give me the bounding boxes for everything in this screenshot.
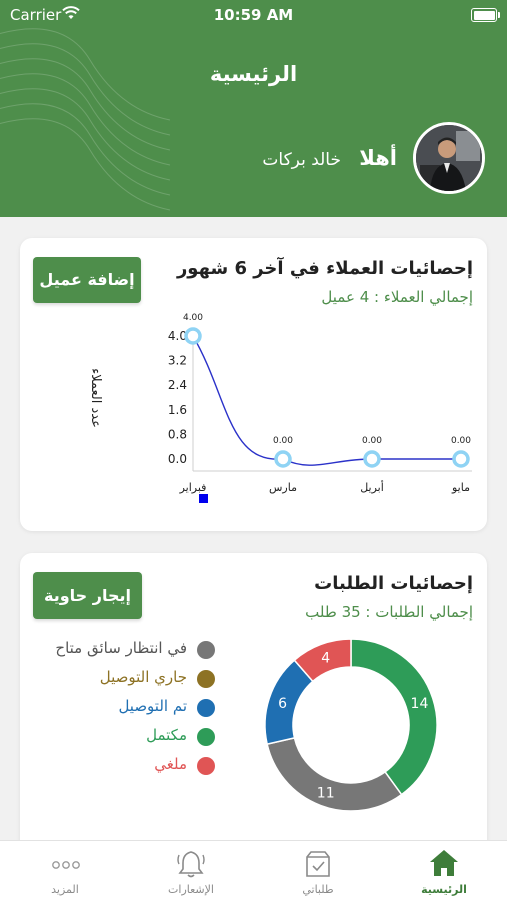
y-tick-label: 2.4 [168,378,187,392]
profile-photo [416,125,482,191]
tab-bar: الرئيسية طلباتي الإشعارات المزيد [0,840,507,901]
data-label: 0.00 [362,436,382,446]
tab-home[interactable]: الرئيسية [381,841,507,901]
data-point [363,450,381,468]
y-tick-label: 0.8 [168,427,187,441]
tab-my-orders-label: طلباتي [302,883,334,896]
data-point [184,327,202,345]
x-tick-label: مايو [451,481,470,494]
box-icon [306,851,330,877]
tab-more[interactable]: المزيد [2,841,128,901]
orders-donut-chart: 14 11 6 4 [264,638,438,812]
tab-notifications-label: الإشعارات [168,883,214,896]
data-point [274,450,292,468]
donut-slice-label: 11 [317,785,335,801]
y-axis-label: عدد العملاء [88,368,103,428]
more-icon [52,861,80,869]
x-tick-label: مارس [269,481,297,494]
tab-home-label: الرئيسية [421,883,467,896]
data-point [452,450,470,468]
tab-notifications[interactable]: الإشعارات [128,841,254,901]
header-pattern [0,28,171,211]
status-bar: Carrier 10:59 AM [0,0,507,30]
donut-slice-label: 6 [278,696,287,712]
series-line [192,335,461,466]
x-tick-label: أبريل [360,480,384,494]
user-name: خالد بركات [262,150,341,170]
header: Carrier 10:59 AM الرئيسية أهلا خالد بركا… [0,0,507,217]
data-label: 0.00 [273,436,293,446]
tab-more-label: المزيد [51,883,79,896]
data-label: 4.00 [183,313,203,323]
customers-stats-card: إحصائيات العملاء في آخر 6 شهور إجمالي ال… [20,238,487,531]
donut-slice-label: 4 [321,651,330,667]
x-tick-label: فبراير [179,481,207,494]
avatar[interactable] [413,122,485,194]
tab-my-orders[interactable]: طلباتي [255,841,381,901]
y-tick-label: 4.0 [168,329,187,343]
customers-line-chart: 0.0 0.8 1.6 2.4 3.2 4.0 عدد العملاء 4.00 فبراير 0… [88,313,472,503]
bell-icon [177,851,205,878]
y-tick-label: 0.0 [168,452,187,466]
data-label: 0.00 [451,436,471,446]
orders-stats-card: إحصائيات الطلبات إجمالي الطلبات : 35 طلب… [20,553,487,853]
legend-marker [199,494,208,503]
greeting: أهلا [359,146,397,170]
donut-slice [350,638,438,796]
home-icon [430,850,458,876]
donut-slice-label: 14 [411,696,429,712]
page-title: الرئيسية [209,62,298,86]
y-tick-label: 1.6 [168,403,187,417]
y-tick-label: 3.2 [168,354,187,368]
battery-icon [471,8,500,22]
status-time: 10:59 AM [213,6,294,24]
